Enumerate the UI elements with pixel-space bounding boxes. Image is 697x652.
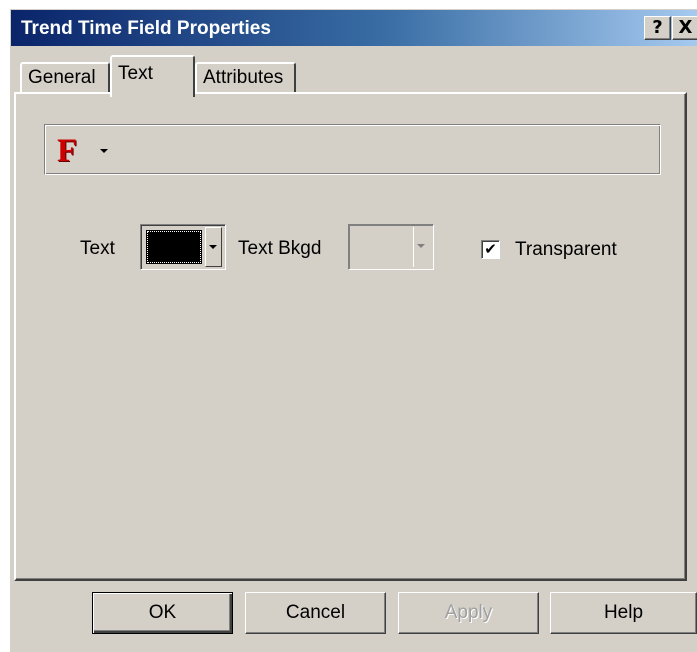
cancel-button[interactable]: Cancel bbox=[245, 592, 386, 634]
dialog-title: Trend Time Field Properties bbox=[21, 18, 271, 39]
font-toolbar: F bbox=[44, 124, 661, 175]
apply-button[interactable]: Apply bbox=[398, 592, 539, 634]
ok-button[interactable]: OK bbox=[92, 592, 233, 634]
font-icon: F bbox=[57, 133, 78, 169]
tab-attributes[interactable]: Attributes bbox=[195, 62, 296, 94]
transparent-checkbox[interactable]: ✔ bbox=[481, 240, 500, 259]
text-color-picker[interactable] bbox=[140, 224, 226, 270]
text-bkgd-color-picker[interactable] bbox=[348, 224, 434, 270]
tab-general[interactable]: General bbox=[20, 62, 110, 94]
text-color-label: Text bbox=[80, 238, 115, 259]
text-bkgd-swatch bbox=[354, 230, 410, 264]
tab-text[interactable]: Text bbox=[110, 55, 195, 97]
close-button[interactable]: X bbox=[672, 16, 697, 40]
transparent-label[interactable]: Transparent bbox=[515, 239, 617, 261]
help-button[interactable]: Help bbox=[550, 592, 697, 634]
title-bar[interactable]: Trend Time Field Properties ? X bbox=[11, 10, 697, 46]
chevron-down-icon[interactable] bbox=[100, 149, 108, 153]
text-color-swatch bbox=[146, 230, 202, 264]
help-title-button[interactable]: ? bbox=[644, 16, 671, 40]
chevron-down-icon[interactable] bbox=[413, 227, 430, 267]
chevron-down-icon[interactable] bbox=[205, 227, 222, 267]
text-bkgd-label: Text Bkgd bbox=[238, 238, 322, 259]
font-button[interactable]: F bbox=[53, 133, 125, 169]
